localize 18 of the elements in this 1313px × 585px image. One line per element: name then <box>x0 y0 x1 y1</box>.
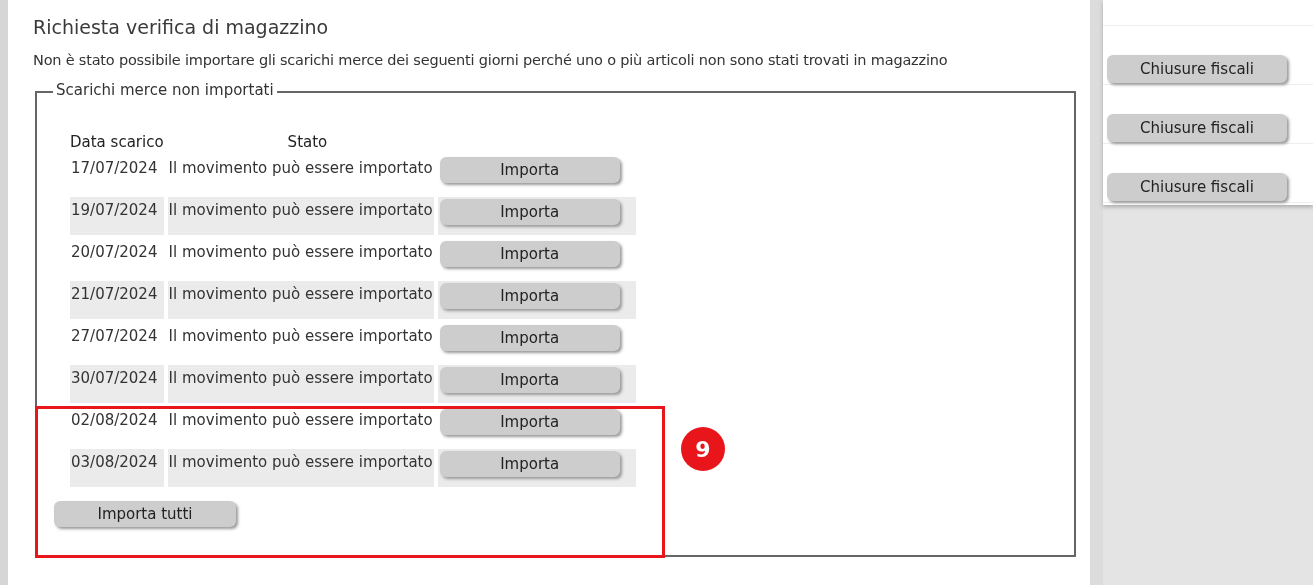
fiscal-closures-button[interactable]: Chiusure fiscali <box>1107 173 1287 201</box>
import-button[interactable]: Importa <box>439 367 620 393</box>
column-header: Data scarico <box>70 133 164 153</box>
import-button[interactable]: Importa <box>439 199 620 225</box>
group-legend: Scarichi merce non importati <box>53 81 277 99</box>
import-button[interactable]: Importa <box>439 157 620 183</box>
column-header: Stato <box>286 133 329 153</box>
fiscal-closures-button[interactable]: Chiusure fiscali <box>1107 55 1287 83</box>
import-button[interactable]: Importa <box>439 283 620 309</box>
import-button[interactable]: Importa <box>439 325 620 351</box>
callout-badge: 9 <box>681 427 725 471</box>
import-button[interactable]: Importa <box>439 241 620 267</box>
fiscal-closures-button[interactable]: Chiusure fiscali <box>1107 114 1287 142</box>
import-all-button[interactable]: Importa tutti <box>54 501 236 527</box>
message-text: Non è stato possibile importare gli scarichi merce dei seguenti giorni perché uno o più articoli non sono stati trovati in magazzino <box>33 52 949 68</box>
import-button[interactable]: Importa <box>439 451 620 477</box>
page-title: Richiesta verifica di magazzino <box>33 16 330 38</box>
import-button[interactable]: Importa <box>439 409 620 435</box>
